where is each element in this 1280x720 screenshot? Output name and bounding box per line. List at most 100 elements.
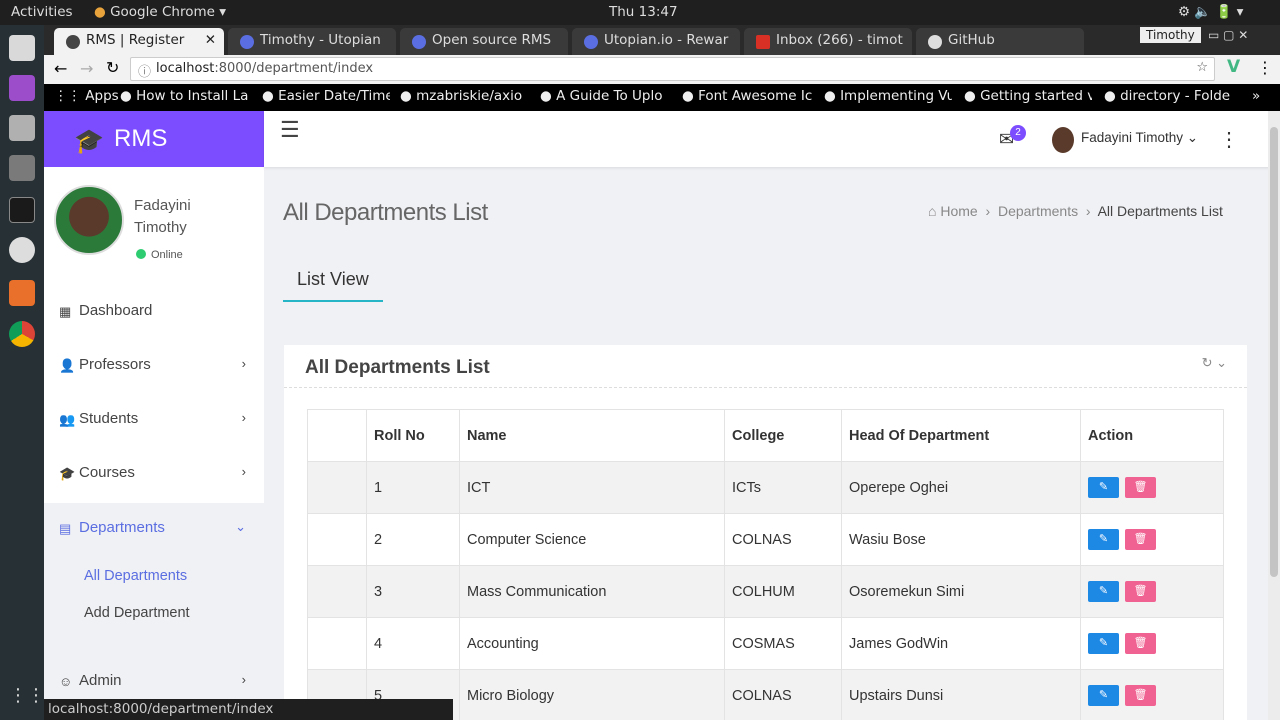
building-icon: ▤ (59, 521, 72, 536)
subnav-all-departments[interactable]: All Departments (84, 568, 187, 584)
table-cell: Wasiu Bose (841, 513, 1081, 566)
header-avatar[interactable] (1052, 127, 1074, 153)
table-cell (307, 617, 367, 670)
sidebar-item-courses[interactable]: 🎓 Courses › (44, 448, 264, 502)
video-icon[interactable] (9, 155, 35, 181)
graduation-cap-icon: 🎓 (59, 466, 76, 481)
bookmark-item[interactable]: ● A Guide To Uplo (540, 88, 670, 104)
bookmark-item[interactable]: ● Getting started v (964, 88, 1092, 104)
url-input[interactable]: ⓘ localhost:8000/department/index ☆ (130, 57, 1215, 81)
profile-name[interactable]: Timothy (1140, 27, 1201, 43)
subnav-add-department[interactable]: Add Department (84, 605, 190, 621)
launcher-dock: ⋮⋮ (0, 25, 45, 720)
gmail-icon (756, 35, 770, 49)
github-icon (928, 35, 942, 49)
sidebar-item-students[interactable]: 👥 Students › (44, 394, 264, 448)
breadcrumb-home[interactable]: Home (940, 203, 977, 219)
delete-button[interactable]: 🗑 (1125, 529, 1156, 550)
kebab-menu-icon[interactable]: ⋮ (1219, 127, 1239, 152)
bookmark-item[interactable]: ● Font Awesome Ic (682, 88, 812, 104)
table-cell: ICTs (724, 461, 842, 514)
bookmark-item[interactable]: ● Implementing Vu (824, 88, 952, 104)
brand[interactable]: 🎓 RMS (44, 111, 264, 167)
chevron-down-icon: ⌄ (235, 519, 246, 534)
breadcrumb-departments[interactable]: Departments (998, 203, 1078, 219)
info-icon: ⓘ (138, 65, 152, 80)
forward-icon[interactable]: → (80, 59, 93, 78)
clock[interactable]: Thu 13:47 (609, 4, 678, 20)
table-cell: Operepe Oghei (841, 461, 1081, 514)
files-icon[interactable] (9, 35, 35, 61)
terminal-icon[interactable] (9, 197, 35, 223)
refresh-icon[interactable]: ↻ (1202, 355, 1213, 370)
chrome-menu-icon[interactable]: ⋮ (1257, 58, 1273, 77)
delete-button[interactable]: 🗑 (1125, 633, 1156, 654)
table-cell (307, 513, 367, 566)
scrollbar-thumb[interactable] (1270, 127, 1278, 577)
utopian-icon (240, 35, 254, 49)
table-cell: 1 (366, 461, 460, 514)
col-header: Head Of Department (841, 409, 1081, 462)
tab-list-view[interactable]: List View (283, 259, 383, 302)
edit-button[interactable]: ✎ (1088, 685, 1119, 706)
web-page: 🎓 RMS Fadayini Timothy Online ▦ Dashboard … (44, 111, 1280, 720)
show-apps-icon[interactable]: ⋮⋮ (9, 685, 45, 711)
tab-rms-register[interactable]: RMS | Register ✕ (54, 28, 224, 55)
chrome-icon[interactable] (9, 321, 35, 347)
sidebar-user-name: Fadayini Timothy (134, 197, 191, 236)
tab-github[interactable]: GitHub (916, 28, 1084, 55)
table-row: 4 Accounting COSMAS James GodWin ✎ 🗑 (307, 617, 1224, 670)
users-icon: 👥 (59, 412, 76, 427)
chevron-right-icon: › (241, 410, 246, 425)
tab-strip: RMS | Register ✕ Timothy - Utopian Open s… (44, 25, 1280, 55)
bookmark-star-icon[interactable]: ☆ (1196, 60, 1208, 75)
bookmark-item[interactable]: ● How to Install La (120, 88, 250, 104)
action-cell: ✎ 🗑 (1080, 461, 1224, 514)
software-updater-icon[interactable] (9, 237, 35, 263)
page-icon (66, 35, 80, 49)
table-cell (307, 461, 367, 514)
collapse-icon[interactable]: ⌄ (1216, 355, 1227, 370)
table-cell: 2 (366, 513, 460, 566)
col-header (307, 409, 367, 462)
sidebar-item-dashboard[interactable]: ▦ Dashboard (44, 286, 264, 340)
bookmark-item[interactable]: ● Easier Date/Time (262, 88, 390, 104)
bookmark-item[interactable]: ● directory - Folde (1104, 88, 1244, 104)
page-scrollbar[interactable] (1268, 111, 1280, 720)
tab-open-source-rms[interactable]: Open source RMS (400, 28, 568, 55)
edit-button[interactable]: ✎ (1088, 529, 1119, 550)
header-user-menu[interactable]: Fadayini Timothy ⌄ (1081, 130, 1198, 146)
edit-button[interactable]: ✎ (1088, 581, 1119, 602)
more-bookmarks-icon[interactable]: » (1252, 88, 1260, 104)
table-cell: Mass Communication (459, 565, 725, 618)
home-icon: ⌂ (928, 203, 937, 219)
vue-devtools-icon[interactable]: V (1227, 57, 1240, 77)
tab-utopian-rewards[interactable]: Utopian.io - Rewar (572, 28, 740, 55)
activities-button[interactable]: Activities (11, 4, 73, 20)
tab-utopian[interactable]: Timothy - Utopian (228, 28, 396, 55)
avatar (54, 185, 124, 255)
sidebar-item-professors[interactable]: 👤 Professors › (44, 340, 264, 394)
back-icon[interactable]: ← (54, 59, 67, 78)
window-controls[interactable]: ▭ ▢ ✕ (1208, 28, 1248, 42)
hamburger-icon[interactable]: ☰ (280, 117, 300, 143)
app-menu[interactable]: ● Google Chrome ▾ (94, 4, 226, 20)
bookmark-apps[interactable]: ⋮⋮ Apps (54, 88, 119, 104)
delete-button[interactable]: 🗑 (1125, 581, 1156, 602)
reload-icon[interactable]: ↻ (106, 58, 119, 77)
software-center-icon[interactable] (9, 280, 35, 306)
bookmark-item[interactable]: ● mzabriskie/axio (400, 88, 530, 104)
system-tray-icons[interactable]: ⚙ 🔈 🔋 ▾ (1178, 4, 1243, 20)
card-title: All Departments List (305, 357, 490, 378)
tab-inbox[interactable]: Inbox (266) - timot (744, 28, 912, 55)
edit-button[interactable]: ✎ (1088, 633, 1119, 654)
mail-badge: 2 (1010, 125, 1026, 141)
table-cell: COLNAS (724, 669, 842, 720)
user-icon: 👤 (59, 358, 76, 373)
edit-button[interactable]: ✎ (1088, 477, 1119, 498)
delete-button[interactable]: 🗑 (1125, 685, 1156, 706)
phpstorm-icon[interactable] (9, 75, 35, 101)
delete-button[interactable]: 🗑 (1125, 477, 1156, 498)
close-icon[interactable]: ✕ (205, 32, 216, 48)
installer-icon[interactable] (9, 115, 35, 141)
